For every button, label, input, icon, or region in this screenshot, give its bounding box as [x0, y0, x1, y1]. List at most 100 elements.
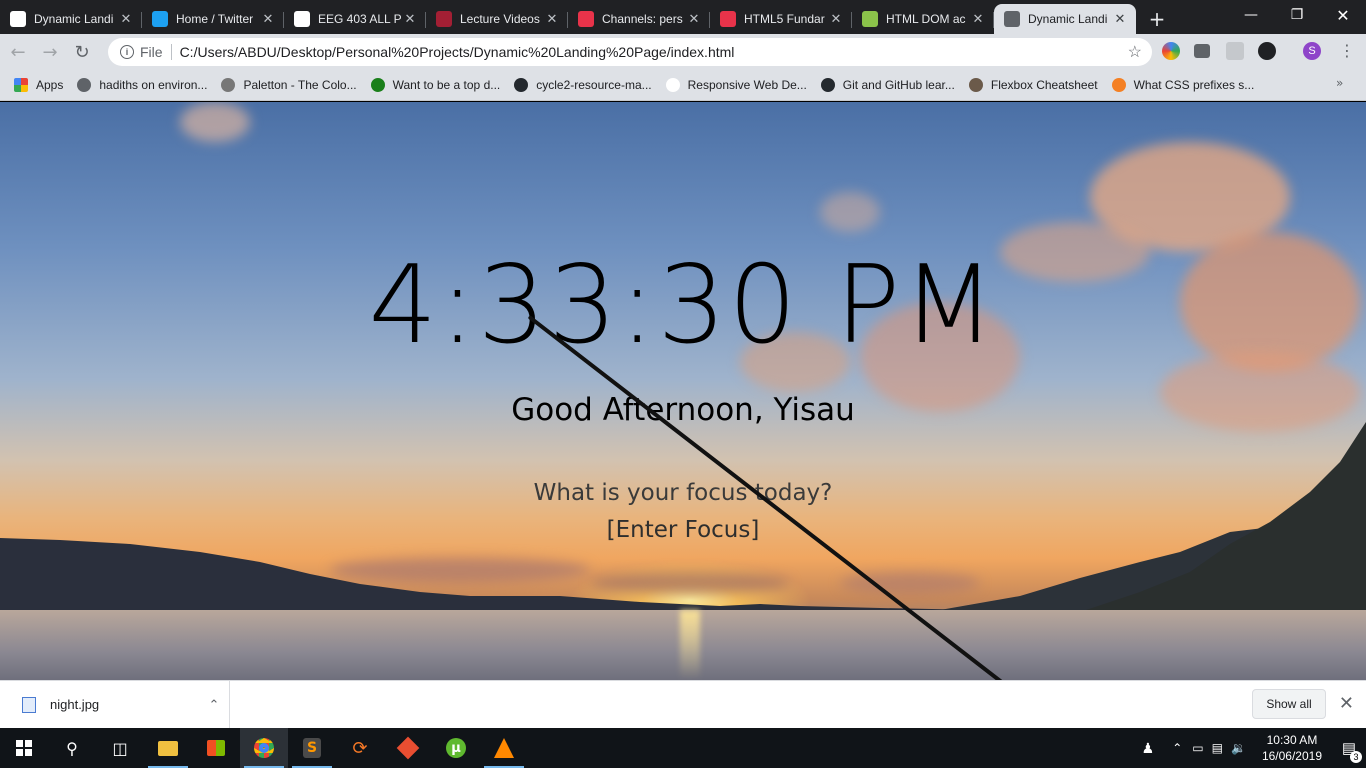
tab-close-icon[interactable]: ✕: [828, 11, 844, 27]
browser-tab[interactable]: HTML DOM ac ✕: [852, 4, 994, 34]
browser-tab[interactable]: EEG 403 ALL P ✕: [284, 4, 426, 34]
browser-tab[interactable]: Channels: pers ✕: [568, 4, 710, 34]
bookmark-item[interactable]: What CSS prefixes s...: [1111, 78, 1254, 92]
chevron-up-icon[interactable]: ⌃: [199, 697, 229, 713]
clock-time: 4:33:30 PM: [368, 243, 998, 368]
bookmark-label: Apps: [36, 78, 64, 92]
tab-favicon-icon: [1004, 11, 1020, 27]
maximize-button[interactable]: ❐: [1274, 0, 1320, 30]
notification-count: 3: [1350, 751, 1362, 763]
bookmark-favicon-icon: [1111, 78, 1126, 92]
apps-shortcut[interactable]: Apps: [14, 78, 63, 92]
tab-close-icon[interactable]: ✕: [544, 11, 560, 27]
search-icon[interactable]: ⚲: [48, 728, 96, 768]
vlc-icon[interactable]: [480, 728, 528, 768]
tab-favicon-icon: [294, 11, 310, 27]
new-tab-button[interactable]: +: [1142, 4, 1172, 34]
profile-avatar[interactable]: S: [1303, 42, 1321, 60]
bookmark-item[interactable]: Responsive Web De...: [665, 78, 807, 92]
task-view-icon[interactable]: ◫: [96, 728, 144, 768]
bookmark-label: Paletton - The Colo...: [243, 78, 357, 92]
tab-label: Channels: pers: [602, 12, 683, 26]
bookmark-label: Responsive Web De...: [687, 78, 807, 92]
bookmark-item[interactable]: Flexbox Cheatsheet: [968, 78, 1098, 92]
bookmark-star-icon[interactable]: ☆: [1128, 42, 1142, 62]
battery-icon[interactable]: ▭: [1192, 741, 1203, 755]
bookmark-item[interactable]: Want to be a top d...: [370, 78, 500, 92]
tab-close-icon[interactable]: ✕: [1112, 11, 1128, 27]
notifications-icon[interactable]: ▤ 3: [1332, 739, 1366, 763]
browser-tab[interactable]: Dynamic Landi ✕: [0, 4, 142, 34]
reload-button[interactable]: ↻: [68, 38, 96, 66]
tab-close-icon[interactable]: ✕: [260, 11, 276, 27]
url-text[interactable]: C:/Users/ABDU/Desktop/Personal%20Project…: [180, 44, 735, 60]
extension-shield-icon[interactable]: [1258, 42, 1276, 60]
jupyter-icon[interactable]: ⟳: [336, 728, 384, 768]
tab-favicon-icon: [436, 11, 452, 27]
tab-label: EEG 403 ALL P: [318, 12, 402, 26]
tab-favicon-icon: [862, 11, 878, 27]
tab-label: Home / Twitter: [176, 12, 254, 26]
store-icon[interactable]: [192, 728, 240, 768]
tab-label: HTML5 Fundar: [744, 12, 825, 26]
git-icon[interactable]: [384, 728, 432, 768]
download-item[interactable]: night.jpg ⌃: [0, 680, 230, 729]
scheme-label: File: [140, 44, 163, 60]
chevron-up-tray-icon[interactable]: ⌃: [1172, 741, 1182, 755]
windows-start-icon[interactable]: [0, 728, 48, 768]
bookmark-favicon-icon: [820, 78, 835, 92]
tab-favicon-icon: [578, 11, 594, 27]
bookmark-item[interactable]: hadiths on environ...: [77, 78, 207, 92]
close-download-shelf-icon[interactable]: ✕: [1339, 693, 1354, 714]
address-bar[interactable]: i File C:/Users/ABDU/Desktop/Personal%20…: [108, 38, 1152, 66]
tab-close-icon[interactable]: ✕: [686, 11, 702, 27]
cloud: [180, 102, 250, 142]
sublime-text-icon[interactable]: S: [288, 728, 336, 768]
tab-close-icon[interactable]: ✕: [118, 11, 134, 27]
back-button[interactable]: ←: [4, 38, 32, 66]
show-all-button[interactable]: Show all: [1252, 689, 1326, 719]
taskbar-clock[interactable]: 10:30 AM 16/06/2019: [1262, 732, 1322, 764]
download-shelf: night.jpg ⌃ Show all ✕: [0, 680, 1366, 729]
bookmarks-bar: Apps hadiths on environ... Paletton - The …: [0, 70, 1366, 101]
browser-tab[interactable]: Lecture Videos ✕: [426, 4, 568, 34]
extension-google-icon[interactable]: [1162, 42, 1180, 60]
file-explorer-icon[interactable]: [144, 728, 192, 768]
bookmark-favicon-icon: [514, 78, 529, 92]
focus-input[interactable]: [Enter Focus]: [0, 517, 1366, 543]
chrome-icon[interactable]: [240, 728, 288, 768]
image-file-icon: [22, 696, 36, 713]
bookmark-label: cycle2-resource-ma...: [536, 78, 652, 92]
minimize-button[interactable]: —: [1228, 0, 1274, 30]
download-file-name: night.jpg: [50, 697, 100, 712]
people-icon[interactable]: ♟: [1142, 740, 1155, 757]
network-icon[interactable]: ▤: [1212, 741, 1223, 755]
tab-favicon-icon: [152, 11, 168, 27]
bookmark-item[interactable]: Git and GitHub lear...: [820, 78, 955, 92]
bookmarks-overflow-icon[interactable]: »: [1336, 76, 1343, 90]
browser-tab[interactable]: HTML5 Fundar ✕: [710, 4, 852, 34]
bookmark-label: Git and GitHub lear...: [842, 78, 955, 92]
extension-cast-icon[interactable]: [1194, 44, 1210, 58]
landing-page: 4:33:30 PM Good Afternoon, Yisau What is…: [0, 102, 1366, 680]
info-icon[interactable]: i: [120, 45, 134, 59]
tab-label: HTML DOM ac: [886, 12, 966, 26]
browser-tab[interactable]: Dynamic Landi ✕: [994, 4, 1136, 34]
apps-grid-icon: [14, 78, 28, 92]
bookmark-item[interactable]: cycle2-resource-ma...: [514, 78, 652, 92]
forward-button[interactable]: →: [36, 38, 64, 66]
tab-close-icon[interactable]: ✕: [970, 11, 986, 27]
tab-list: Dynamic Landi ✕ Home / Twitter ✕ EEG 403 ALL…: [0, 0, 1136, 34]
volume-icon[interactable]: 🔉: [1231, 741, 1246, 755]
tab-close-icon[interactable]: ✕: [402, 11, 418, 27]
cloud: [820, 192, 880, 232]
browser-tab[interactable]: Home / Twitter ✕: [142, 4, 284, 34]
tab-favicon-icon: [10, 11, 26, 27]
menu-kebab-icon[interactable]: ⋮: [1338, 42, 1356, 60]
tab-label: Dynamic Landi: [34, 12, 114, 26]
close-window-button[interactable]: ✕: [1320, 0, 1366, 30]
utorrent-icon[interactable]: µ: [432, 728, 480, 768]
extension-grid-icon[interactable]: [1226, 42, 1244, 60]
bookmark-item[interactable]: Paletton - The Colo...: [221, 78, 357, 92]
bookmark-favicon-icon: [77, 78, 92, 92]
